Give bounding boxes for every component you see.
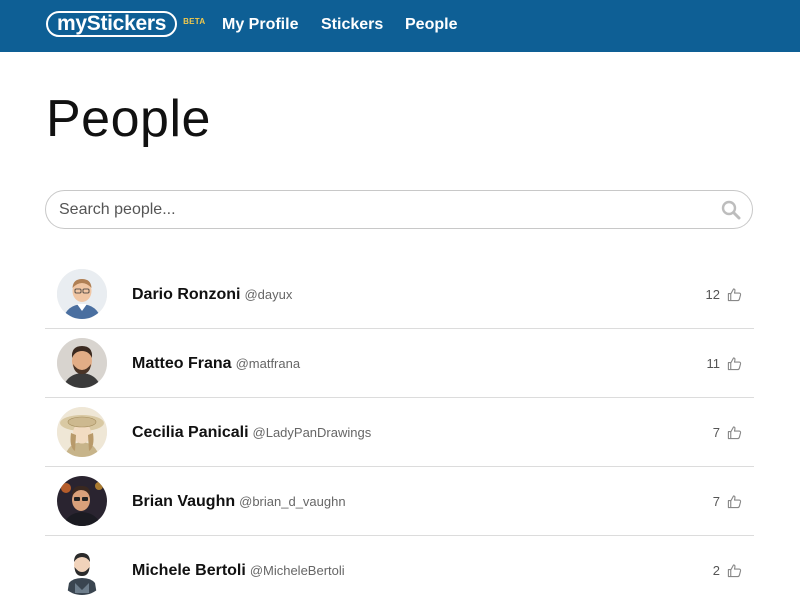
person-name[interactable]: Dario Ronzoni @dayux	[132, 285, 292, 305]
nav-stickers[interactable]: Stickers	[321, 15, 383, 35]
person-name[interactable]: Michele Bertoli @MicheleBertoli	[132, 561, 345, 581]
person-row[interactable]: Matteo Frana @matfrana 11	[45, 329, 754, 398]
logo: myStickers	[46, 11, 178, 37]
like-count: 12	[705, 287, 720, 302]
like-count: 11	[706, 356, 721, 371]
person-row[interactable]: Dario Ronzoni @dayux 12	[45, 260, 754, 329]
thumbs-up-icon[interactable]	[727, 356, 742, 371]
person-handle: @MicheleBertoli	[249, 563, 345, 578]
thumbs-up-icon[interactable]	[727, 425, 742, 440]
avatar-dario-icon	[57, 269, 107, 319]
person-handle: @matfrana	[235, 356, 301, 371]
search-input[interactable]	[59, 199, 709, 221]
person-name[interactable]: Brian Vaughn @brian_d_vaughn	[132, 492, 346, 512]
avatar[interactable]	[57, 545, 107, 595]
avatar[interactable]	[57, 269, 107, 319]
person-row[interactable]: Michele Bertoli @MicheleBertoli 2	[45, 536, 754, 600]
like-count: 7	[712, 425, 720, 440]
search-icon[interactable]	[721, 200, 741, 220]
like-count: 7	[712, 494, 720, 509]
person-handle: @LadyPanDrawings	[252, 425, 372, 440]
nav-my-profile[interactable]: My Profile	[222, 15, 298, 35]
person-name[interactable]: Matteo Frana @matfrana	[132, 354, 300, 374]
thumbs-up-icon[interactable]	[727, 287, 742, 302]
top-navbar: myStickers BETA My Profile Stickers Peop…	[0, 0, 800, 52]
people-list: Dario Ronzoni @dayux 12 Matteo Frana @matf…	[45, 260, 754, 600]
avatar-cecilia-icon	[57, 407, 107, 457]
person-row[interactable]: Cecilia Panicali @LadyPanDrawings 7	[45, 398, 754, 467]
avatar-brian-icon	[57, 476, 107, 526]
like-count: 2	[712, 563, 720, 578]
page-title: People	[46, 90, 211, 148]
brand-logo-link[interactable]: myStickers BETA	[46, 11, 205, 37]
nav-people[interactable]: People	[405, 15, 457, 35]
avatar[interactable]	[57, 476, 107, 526]
avatar-matteo-icon	[57, 338, 107, 388]
thumbs-up-icon[interactable]	[727, 494, 742, 509]
person-handle: @brian_d_vaughn	[239, 494, 346, 509]
person-handle: @dayux	[244, 287, 293, 302]
thumbs-up-icon[interactable]	[727, 563, 742, 578]
avatar-michele-icon	[57, 545, 107, 595]
person-name[interactable]: Cecilia Panicali @LadyPanDrawings	[132, 423, 371, 443]
avatar[interactable]	[57, 407, 107, 457]
avatar[interactable]	[57, 338, 107, 388]
beta-badge: BETA	[183, 17, 206, 26]
person-row[interactable]: Brian Vaughn @brian_d_vaughn 7	[45, 467, 754, 536]
search-box	[45, 190, 753, 229]
